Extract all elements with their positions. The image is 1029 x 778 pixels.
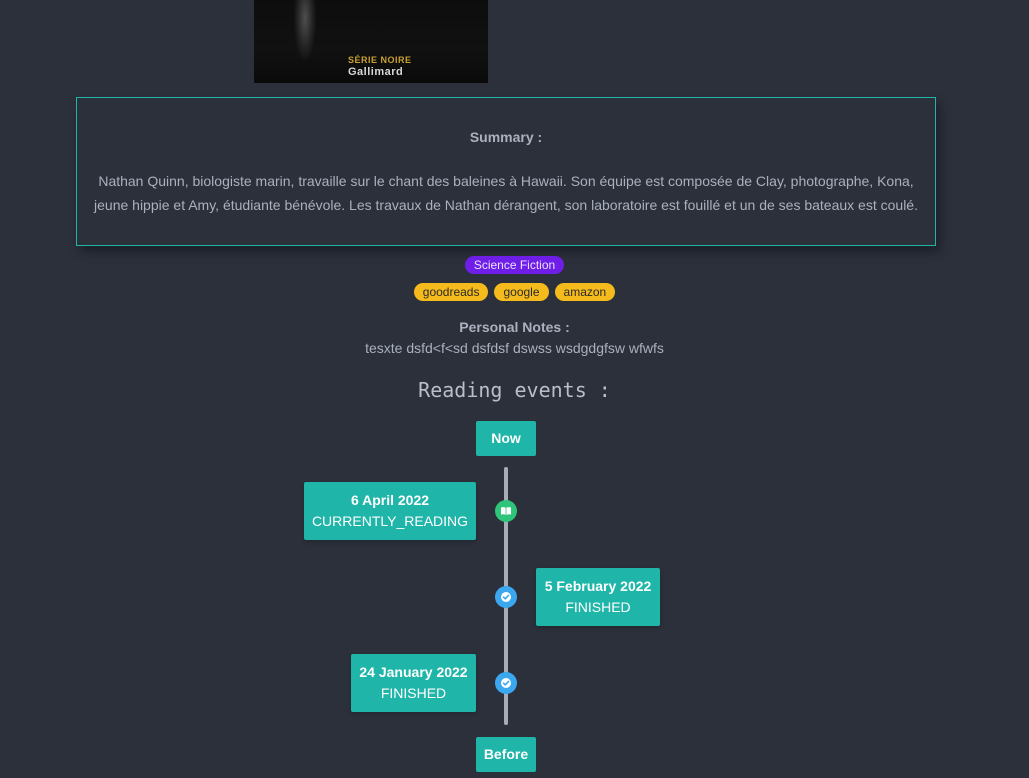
cover-publisher-text: Gallimard: [348, 66, 404, 78]
event-date: 24 January 2022: [359, 664, 468, 680]
cover-series-text: SÉRIE NOIRE: [348, 55, 412, 65]
amazon-link[interactable]: amazon: [554, 283, 616, 301]
cover-artwork: [294, 0, 316, 60]
goodreads-link[interactable]: goodreads: [413, 283, 489, 301]
genre-tag[interactable]: Science Fiction: [464, 256, 565, 274]
event-status: FINISHED: [565, 599, 631, 615]
external-links: goodreads google amazon: [0, 283, 1029, 301]
reading-event-card: 24 January 2022 FINISHED: [351, 654, 476, 712]
personal-notes-text: tesxte dsfd<f<sd dsfdsf dswss wsdgdgfsw …: [365, 340, 664, 356]
reading-event-card: 5 February 2022 FINISHED: [536, 568, 660, 626]
timeline-now-marker: Now: [476, 421, 536, 456]
check-circle-icon: [495, 586, 517, 608]
genre-tags: Science Fiction: [0, 256, 1029, 274]
personal-notes-title: Personal Notes :: [459, 319, 570, 335]
book-cover-image: SÉRIE NOIRE Gallimard: [254, 0, 488, 83]
reading-event-card: 6 April 2022 CURRENTLY_READING: [304, 482, 476, 540]
event-status: CURRENTLY_READING: [311, 513, 469, 529]
google-link[interactable]: google: [494, 283, 549, 301]
summary-title: Summary :: [469, 129, 543, 145]
check-circle-icon: [495, 672, 517, 694]
event-status: FINISHED: [380, 685, 447, 701]
event-date: 5 February 2022: [544, 578, 652, 594]
summary-box: Summary : Nathan Quinn, biologiste marin…: [76, 97, 936, 246]
event-date: 6 April 2022: [350, 492, 430, 508]
book-open-icon: [495, 500, 517, 522]
summary-text: Nathan Quinn, biologiste marin, travaill…: [94, 173, 918, 213]
reading-events-title: Reading events :: [418, 378, 611, 402]
timeline-before-marker: Before: [476, 737, 536, 772]
